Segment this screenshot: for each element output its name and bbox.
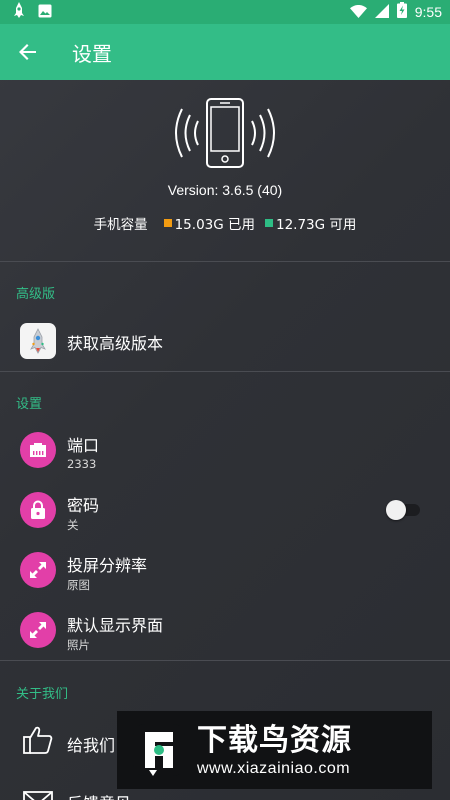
section-title-about: 关于我们 bbox=[16, 687, 69, 702]
setting-value: 2333 bbox=[67, 457, 97, 471]
page-title: 设置 bbox=[72, 41, 112, 66]
available-legend-swatch bbox=[265, 219, 273, 227]
about-item-label: 给我们 bbox=[67, 736, 116, 755]
divider bbox=[0, 371, 450, 372]
about-item-label: 反馈意见 bbox=[67, 790, 131, 800]
device-info-header: Version: 3.6.5 (40) 手机容量 15.03G 已用 12.73… bbox=[0, 80, 450, 262]
arrow-left-icon bbox=[19, 44, 36, 60]
expand-arrows-icon bbox=[20, 552, 56, 588]
ethernet-port-icon bbox=[20, 432, 56, 468]
premium-item-label: 获取高级版本 bbox=[67, 334, 164, 353]
setting-value: 照片 bbox=[67, 638, 90, 652]
password-toggle[interactable] bbox=[386, 500, 420, 520]
storage-label: 手机容量 bbox=[93, 217, 148, 233]
mail-icon bbox=[23, 791, 53, 800]
setting-title: 投屏分辨率 bbox=[67, 556, 148, 575]
status-time: 9:55 bbox=[414, 4, 442, 20]
setting-value: 原图 bbox=[67, 578, 90, 592]
setting-item-port[interactable]: 端口 2333 bbox=[0, 421, 450, 479]
setting-item-default-view[interactable]: 默认显示界面 照片 bbox=[0, 601, 450, 659]
section-title-premium: 高级版 bbox=[16, 287, 56, 302]
thumbs-up-icon bbox=[23, 726, 53, 754]
watermark-title: 下载鸟资源 bbox=[197, 723, 352, 758]
section-title-settings: 设置 bbox=[16, 397, 43, 412]
divider bbox=[0, 660, 450, 661]
setting-item-password[interactable]: 密码 关 bbox=[0, 481, 450, 539]
status-bar: 9:55 bbox=[0, 0, 450, 24]
setting-title: 密码 bbox=[67, 496, 100, 515]
image-icon bbox=[38, 3, 52, 22]
setting-item-resolution[interactable]: 投屏分辨率 原图 bbox=[0, 541, 450, 599]
storage-used: 15.03G 已用 bbox=[174, 217, 255, 233]
bird-logo-icon bbox=[133, 724, 185, 776]
phone-signal-icon bbox=[175, 98, 275, 168]
watermark-url: www.xiazainiao.com bbox=[197, 760, 351, 777]
signal-icon bbox=[374, 3, 389, 22]
setting-title: 端口 bbox=[67, 436, 100, 455]
battery-charging-icon bbox=[396, 2, 407, 22]
storage-available: 12.73G 可用 bbox=[276, 217, 357, 233]
version-text: Version: 3.6.5 (40) bbox=[167, 182, 283, 198]
rocket-icon bbox=[20, 323, 56, 359]
settings-screen: 9:55 设置 Version: 3.6.5 (40) 手机容量 15.03G … bbox=[0, 0, 450, 800]
wifi-icon bbox=[349, 3, 367, 22]
lock-icon bbox=[20, 492, 56, 528]
setting-value: 关 bbox=[67, 518, 79, 532]
toggle-thumb bbox=[386, 500, 406, 520]
used-legend-swatch bbox=[163, 219, 172, 227]
app-bar: 设置 bbox=[0, 24, 450, 80]
app-rocket-icon bbox=[12, 2, 26, 22]
storage-info: 手机容量 15.03G 已用 12.73G 可用 bbox=[0, 213, 450, 233]
back-button[interactable] bbox=[8, 32, 48, 72]
expand-arrows-icon bbox=[20, 612, 56, 648]
watermark-banner: 下载鸟资源 www.xiazainiao.com bbox=[117, 711, 432, 789]
setting-title: 默认显示界面 bbox=[67, 616, 164, 635]
